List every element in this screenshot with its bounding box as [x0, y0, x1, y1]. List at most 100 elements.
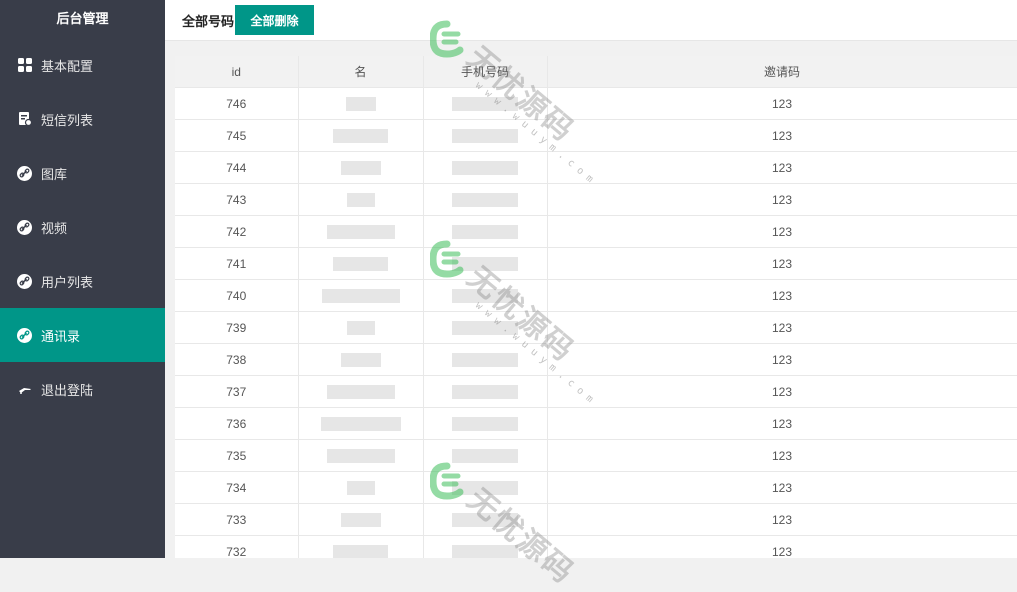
grid-icon	[17, 58, 32, 73]
logout-icon	[17, 382, 32, 397]
sidebar-item-label: 基本配置	[41, 58, 94, 74]
cell-invite-code: 123	[547, 247, 1017, 280]
cell-name-redacted	[298, 471, 424, 504]
cell-phone-redacted	[423, 343, 548, 376]
redacted-block	[452, 128, 518, 143]
column-header-invite-code: 邀请码	[547, 56, 1017, 88]
cell-name-redacted	[298, 279, 424, 312]
cell-phone-redacted	[423, 503, 548, 536]
link-icon	[17, 165, 32, 181]
redacted-block	[452, 544, 518, 558]
cell-phone-redacted	[423, 471, 548, 504]
cell-invite-code: 123	[547, 343, 1017, 376]
redacted-block	[340, 352, 381, 367]
sidebar-nav: 基本配置 短信列表 图库 视频 用户列表 通讯录 退出登陆	[0, 38, 165, 416]
table-row: 739 123	[175, 311, 1017, 344]
cell-name-redacted	[298, 247, 424, 280]
cell-phone-redacted	[423, 311, 548, 344]
sidebar-item-gallery[interactable]: 图库	[0, 146, 165, 200]
sidebar-item-sms-list[interactable]: 短信列表	[0, 92, 165, 146]
redacted-block	[452, 448, 518, 463]
redacted-block	[452, 320, 518, 335]
contacts-table: id 名 手机号码 邀请码 746 123 745 123 744 123 743 123 74…	[175, 56, 1017, 558]
cell-invite-code: 123	[547, 151, 1017, 184]
table-row: 734 123	[175, 471, 1017, 504]
cell-name-redacted	[298, 375, 424, 408]
cell-phone-redacted	[423, 119, 548, 152]
table-row: 742 123	[175, 215, 1017, 248]
cell-id: 744	[175, 151, 299, 184]
table-header-row: id 名 手机号码 邀请码	[175, 56, 1017, 88]
cell-id: 735	[175, 439, 299, 472]
cell-id: 738	[175, 343, 299, 376]
cell-invite-code: 123	[547, 407, 1017, 440]
cell-phone-redacted	[423, 151, 548, 184]
cell-id: 746	[175, 87, 299, 120]
redacted-block	[452, 288, 518, 303]
redacted-block	[452, 256, 518, 271]
cell-id: 733	[175, 503, 299, 536]
column-header-id: id	[175, 56, 299, 88]
cell-phone-redacted	[423, 535, 548, 558]
cell-phone-redacted	[423, 183, 548, 216]
sidebar-item-user-list[interactable]: 用户列表	[0, 254, 165, 308]
redacted-block	[452, 352, 518, 367]
delete-all-button[interactable]: 全部删除	[235, 5, 314, 35]
table-row: 738 123	[175, 343, 1017, 376]
cell-invite-code: 123	[547, 215, 1017, 248]
redacted-block	[452, 192, 518, 207]
redacted-block	[346, 480, 375, 495]
cell-invite-code: 123	[547, 439, 1017, 472]
sidebar-item-basic-config[interactable]: 基本配置	[0, 38, 165, 92]
link-icon	[17, 273, 32, 289]
table-row: 740 123	[175, 279, 1017, 312]
sidebar-item-video[interactable]: 视频	[0, 200, 165, 254]
page-title: 全部号码	[182, 14, 235, 29]
redacted-block	[452, 384, 518, 399]
redacted-block	[346, 192, 375, 207]
cell-id: 745	[175, 119, 299, 152]
redacted-block	[333, 128, 388, 143]
table-body: 746 123 745 123 744 123 743 123 742 123 741 123 740 1…	[175, 87, 1017, 558]
link-icon	[17, 327, 32, 343]
table-row: 741 123	[175, 247, 1017, 280]
redacted-block	[340, 160, 381, 175]
sidebar-item-contacts[interactable]: 通讯录	[0, 308, 165, 362]
table-row: 746 123	[175, 87, 1017, 120]
redacted-block	[326, 448, 395, 463]
redacted-block	[321, 288, 400, 303]
cell-name-redacted	[298, 215, 424, 248]
cell-invite-code: 123	[547, 279, 1017, 312]
column-header-name: 名	[298, 56, 424, 88]
cell-id: 743	[175, 183, 299, 216]
sidebar-item-logout[interactable]: 退出登陆	[0, 362, 165, 416]
cell-invite-code: 123	[547, 119, 1017, 152]
table-row: 743 123	[175, 183, 1017, 216]
redacted-block	[340, 512, 381, 527]
cell-id: 740	[175, 279, 299, 312]
redacted-block	[452, 512, 518, 527]
redacted-block	[345, 96, 376, 111]
cell-invite-code: 123	[547, 311, 1017, 344]
cell-name-redacted	[298, 407, 424, 440]
redacted-block	[326, 224, 395, 239]
cell-invite-code: 123	[547, 503, 1017, 536]
cell-invite-code: 123	[547, 471, 1017, 504]
contacts-table-container: id 名 手机号码 邀请码 746 123 745 123 744 123 743 123 74…	[175, 56, 1017, 558]
cell-phone-redacted	[423, 407, 548, 440]
cell-id: 741	[175, 247, 299, 280]
table-row: 733 123	[175, 503, 1017, 536]
sidebar-item-label: 图库	[41, 166, 68, 182]
redacted-block	[333, 544, 388, 558]
redacted-block	[333, 256, 388, 271]
column-header-phone: 手机号码	[423, 56, 548, 88]
cell-id: 734	[175, 471, 299, 504]
sidebar-item-label: 退出登陆	[41, 382, 94, 398]
brand-title: 后台管理	[0, 0, 165, 38]
cell-invite-code: 123	[547, 183, 1017, 216]
link-icon	[17, 219, 32, 235]
table-row: 744 123	[175, 151, 1017, 184]
cell-name-redacted	[298, 87, 424, 120]
cell-name-redacted	[298, 119, 424, 152]
cell-name-redacted	[298, 311, 424, 344]
